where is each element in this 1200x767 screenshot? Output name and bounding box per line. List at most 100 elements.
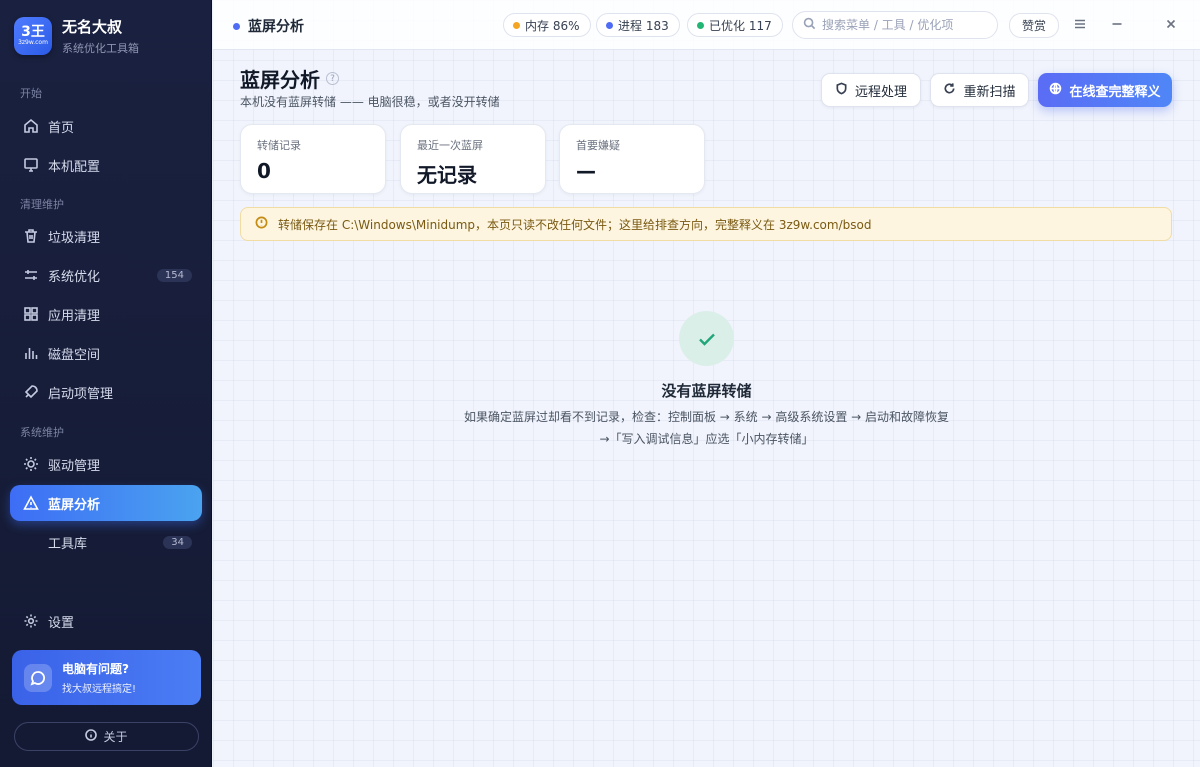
trash-icon xyxy=(22,227,40,245)
memory-status-pill[interactable]: 内存 86% xyxy=(503,13,591,37)
rocket-icon xyxy=(22,383,40,401)
sidebar-item-label: 首页 xyxy=(48,120,75,136)
stat-card-dump-count: 转储记录 0 xyxy=(240,124,386,194)
memory-dot xyxy=(513,21,520,29)
process-text: 进程 183 xyxy=(618,18,669,33)
optimized-dot xyxy=(697,21,704,29)
section-label-system: 系统维护 xyxy=(20,426,64,439)
count-badge: 34 xyxy=(163,535,192,549)
online-lookup-button[interactable]: 在线查完整释义 xyxy=(1038,73,1172,107)
app-name: 无名大叔 xyxy=(62,18,123,36)
about-button[interactable]: 关于 xyxy=(14,722,199,751)
stat-label: 首要嫌疑 xyxy=(576,139,620,152)
sidebar-item-bsod-analysis[interactable]: 蓝屏分析 xyxy=(10,485,202,521)
topbar: 蓝屏分析 内存 86% 进程 183 已优化 117 赞赏 xyxy=(213,0,1200,50)
memory-text: 内存 86% xyxy=(525,18,580,33)
search-box[interactable] xyxy=(792,11,998,39)
stat-value: 0 xyxy=(257,159,271,183)
process-status-pill[interactable]: 进程 183 xyxy=(596,13,680,37)
check-icon xyxy=(679,311,734,366)
info-icon xyxy=(255,216,268,232)
monitor-icon xyxy=(22,156,40,174)
help-card-text: 找大叔远程搞定! xyxy=(62,684,137,695)
stat-value: — xyxy=(576,159,596,183)
process-dot xyxy=(606,21,613,29)
page-title: 蓝屏分析 ? xyxy=(240,64,339,93)
sidebar-item-label: 工具库 xyxy=(48,536,88,552)
rescan-label: 重新扫描 xyxy=(963,84,1016,100)
sidebar-item-startup[interactable]: 启动项管理 xyxy=(10,374,202,410)
grid-icon xyxy=(22,305,40,323)
praise-button[interactable]: 赞赏 xyxy=(1009,13,1059,38)
help-icon[interactable]: ? xyxy=(326,72,339,85)
remote-handle-label: 远程处理 xyxy=(854,84,907,100)
sidebar-item-label: 应用清理 xyxy=(48,308,101,324)
sidebar-item-home[interactable]: 首页 xyxy=(10,108,202,144)
brand: 3王 3z9w.com 无名大叔 系统优化工具箱 xyxy=(14,16,139,56)
help-card-title: 电脑有问题? xyxy=(62,662,129,676)
bar-chart-icon xyxy=(22,344,40,362)
stat-label: 转储记录 xyxy=(257,139,301,152)
sidebar-item-label: 本机配置 xyxy=(48,159,101,175)
stat-value: 无记录 xyxy=(417,163,477,187)
page-subtitle: 本机没有蓝屏转储 —— 电脑很稳，或者没开转储 xyxy=(240,95,500,109)
blank-icon xyxy=(22,533,40,551)
empty-state-hint-line2: →「写入调试信息」应选「小内存转储」 xyxy=(599,432,814,446)
title-dot xyxy=(233,22,240,30)
sidebar-item-driver[interactable]: 驱动管理 xyxy=(10,446,202,482)
sidebar-item-app-clean[interactable]: 应用清理 xyxy=(10,296,202,332)
online-lookup-label: 在线查完整释义 xyxy=(1069,84,1161,100)
rescan-button[interactable]: 重新扫描 xyxy=(930,73,1029,107)
section-label-clean: 清理维护 xyxy=(20,198,64,211)
sidebar-item-junk-clean[interactable]: 垃圾清理 xyxy=(10,218,202,254)
search-input[interactable] xyxy=(822,18,992,32)
sun-icon xyxy=(22,455,40,473)
stat-card-top-suspect: 首要嫌疑 — xyxy=(559,124,705,194)
stat-card-last-bsod: 最近一次蓝屏 无记录 xyxy=(400,124,546,194)
page-title-text: 蓝屏分析 xyxy=(240,68,320,92)
remote-handle-button[interactable]: 远程处理 xyxy=(821,73,921,107)
home-icon xyxy=(22,117,40,135)
sidebar-item-label: 蓝屏分析 xyxy=(48,497,101,513)
sidebar-item-label: 驱动管理 xyxy=(48,458,101,474)
sidebar-item-label: 磁盘空间 xyxy=(48,347,101,363)
sidebar-item-label: 启动项管理 xyxy=(48,386,114,402)
optimized-text: 已优化 117 xyxy=(709,18,772,33)
shield-icon xyxy=(835,81,848,99)
sidebar-item-label: 垃圾清理 xyxy=(48,230,101,246)
sidebar-item-label: 系统优化 xyxy=(48,269,101,285)
app-logo: 3王 3z9w.com xyxy=(14,17,52,55)
info-icon xyxy=(85,729,98,744)
stat-label: 最近一次蓝屏 xyxy=(417,139,483,152)
section-label-start: 开始 xyxy=(20,87,42,100)
topbar-title: 蓝屏分析 xyxy=(233,16,304,36)
topbar-title-text: 蓝屏分析 xyxy=(248,19,304,35)
close-icon[interactable] xyxy=(1163,16,1179,32)
optimized-status-pill[interactable]: 已优化 117 xyxy=(687,13,783,37)
refresh-icon xyxy=(943,82,956,99)
search-icon xyxy=(803,17,816,34)
empty-state-hint-line1: 如果确定蓝屏过却看不到记录，检查：控制面板 → 系统 → 高级系统设置 → 启动… xyxy=(463,410,950,424)
sidebar-item-toolbox[interactable]: 工具库 34 xyxy=(10,524,202,560)
empty-state-title: 没有蓝屏转储 xyxy=(661,382,752,400)
sidebar: 3王 3z9w.com 无名大叔 系统优化工具箱 开始 首页 本机配置 清理维护… xyxy=(0,0,212,767)
sidebar-item-optimize[interactable]: 系统优化 154 xyxy=(10,257,202,293)
warning-icon xyxy=(22,494,40,512)
logo-text: 3王 xyxy=(21,24,45,40)
globe-icon xyxy=(1049,82,1062,99)
notice-text: 转储保存在 C:\Windows\Minidump，本页只读不改任何文件；这里给… xyxy=(278,217,872,232)
sidebar-item-disk-space[interactable]: 磁盘空间 xyxy=(10,335,202,371)
about-label: 关于 xyxy=(103,730,128,744)
chat-icon xyxy=(24,663,52,692)
app-subtitle: 系统优化工具箱 xyxy=(62,42,139,55)
minimize-icon[interactable] xyxy=(1109,16,1125,32)
main-content: 蓝屏分析 内存 86% 进程 183 已优化 117 赞赏 蓝屏分析 ? 本机没… xyxy=(213,0,1200,767)
count-badge: 154 xyxy=(156,268,192,282)
dump-location-notice: 转储保存在 C:\Windows\Minidump，本页只读不改任何文件；这里给… xyxy=(240,207,1172,241)
logo-site: 3z9w.com xyxy=(18,39,48,46)
sidebar-item-settings[interactable]: 设置 xyxy=(10,603,202,639)
sliders-icon xyxy=(22,266,40,284)
remote-help-card[interactable]: 电脑有问题? 找大叔远程搞定! xyxy=(12,650,201,705)
sidebar-item-config[interactable]: 本机配置 xyxy=(10,147,202,183)
menu-icon[interactable] xyxy=(1072,16,1088,32)
